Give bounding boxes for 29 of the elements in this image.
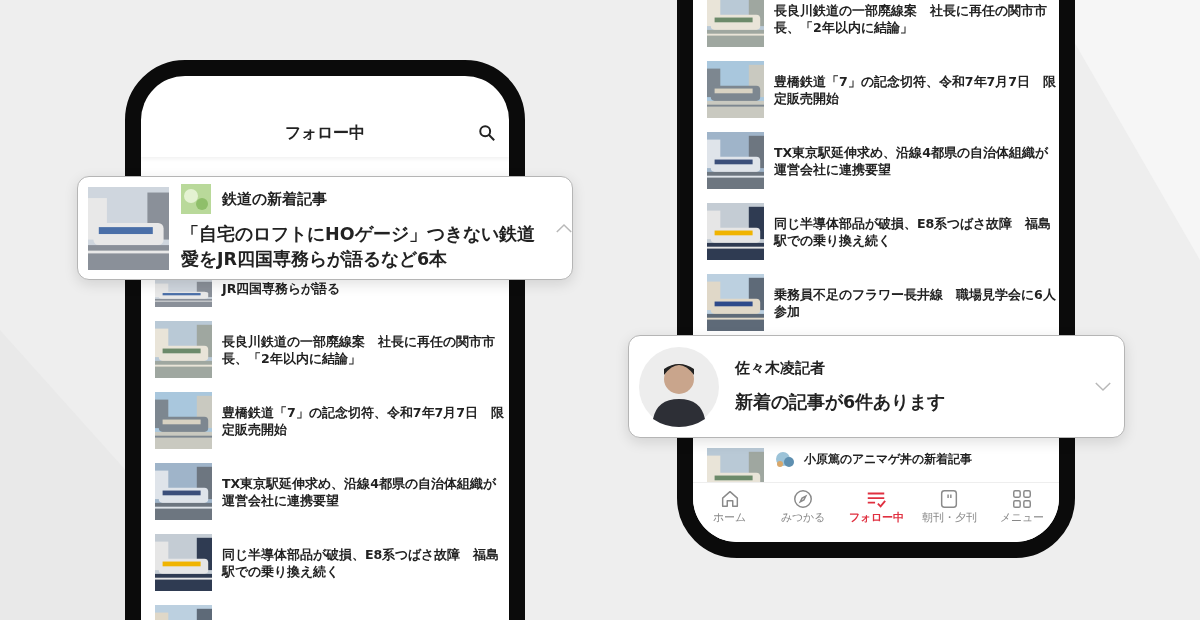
topic-title[interactable]: 小原篤のアニマゲ丼の新着記事 [804, 448, 972, 470]
search-icon[interactable] [478, 124, 496, 142]
headline: 「自宅のロフトにHOゲージ」つきない鉄道愛をJR四国専務らが語るなど6本 [181, 223, 536, 271]
leaf-icon [181, 184, 211, 214]
compass-icon [791, 488, 814, 510]
screen-title: フォロー中 [285, 122, 365, 144]
article-title[interactable]: 同じ半導体部品が破損、E8系つばさ故障 福島駅での乗り換え続く [222, 545, 508, 580]
notification-card[interactable]: 鉄道の新着記事 「自宅のロフトにHOゲージ」つきない鉄道愛をJR四国専務らが語るなど6本 [77, 176, 573, 280]
tab[interactable]: 朝刊・夕刊 [912, 483, 986, 542]
grid-icon [1011, 488, 1034, 510]
article-title[interactable]: 乗務員不足のフラワー長井線 職場見学会に6人参加 [774, 285, 1059, 320]
article-title[interactable]: 長良川鉄道の一部廃線案 社長に再任の関市市長、「2年以内に結論」 [222, 332, 508, 367]
source-title: 鉄道の新着記事 [222, 189, 327, 209]
notification-card[interactable]: 佐々木凌記者 新着の記事が6件あります [628, 335, 1125, 438]
chevron-up-icon[interactable] [555, 222, 573, 234]
article-title[interactable]: 長良川鉄道の一部廃線案 社長に再任の関市市長、「2年以内に結論」 [774, 1, 1059, 36]
chevron-down-icon[interactable] [1094, 381, 1112, 392]
tab[interactable]: みつかる [766, 483, 840, 542]
topic-icon [774, 450, 796, 470]
article-title[interactable]: 豊橋鉄道「7」の記念切符、令和7年7月7日 限定販売開始 [222, 403, 508, 438]
tab[interactable]: ホーム [693, 483, 767, 542]
tab[interactable]: フォロー中 [839, 483, 913, 542]
article-title[interactable]: 同じ半導体部品が破損、E8系つばさ故障 福島駅での乗り換え続く [774, 214, 1059, 249]
reporter-name: 佐々木凌記者 [735, 359, 826, 378]
article-title[interactable]: TX東京駅延伸求め、沿線4都県の自治体組織が運営会社に連携要望 [222, 474, 508, 509]
article-title[interactable]: 豊橋鉄道「7」の記念切符、令和7年7月7日 限定販売開始 [774, 72, 1059, 107]
tab[interactable]: メニュー [985, 483, 1059, 542]
notification-message: 新着の記事が6件あります [735, 391, 947, 414]
article-title[interactable]: TX東京駅延伸求め、沿線4都県の自治体組織が運営会社に連携要望 [774, 143, 1059, 178]
